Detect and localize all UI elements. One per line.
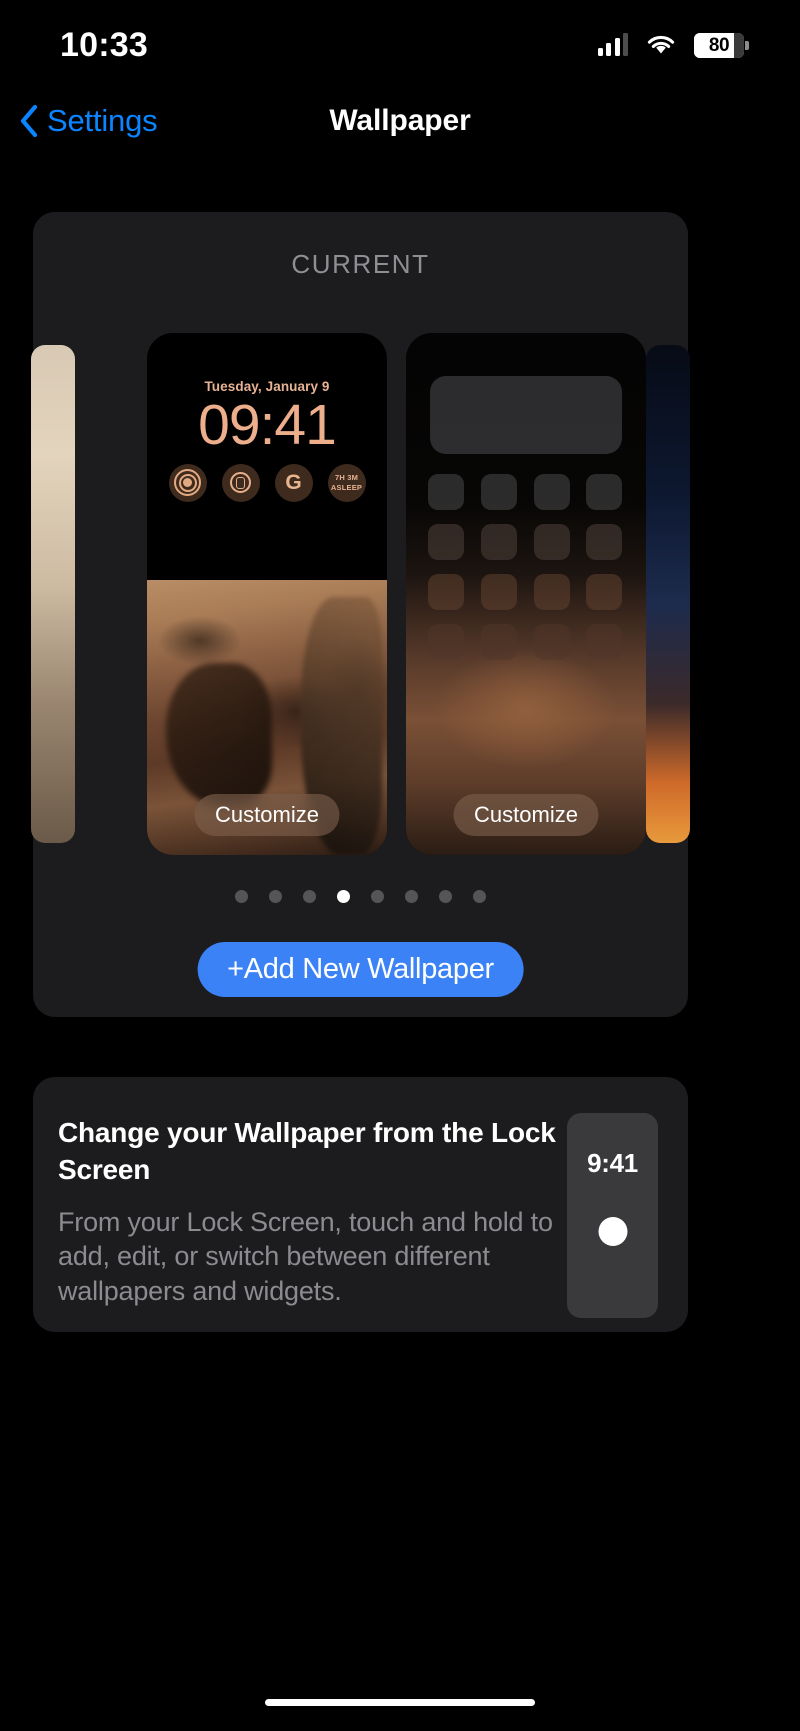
lock-screen-preview[interactable]: Tuesday, January 9 09:41 G 7H 3M ASLEEP … (147, 333, 387, 855)
page-dot[interactable] (439, 890, 452, 903)
lock-screen-overlay: Tuesday, January 9 09:41 G 7H 3M ASLEEP (147, 333, 387, 583)
sleep-widget-label: 7H 3M ASLEEP (330, 473, 363, 492)
chevron-left-icon (20, 104, 38, 138)
home-indicator[interactable] (265, 1699, 535, 1706)
info-card-body: From your Lock Screen, touch and hold to… (58, 1206, 553, 1306)
watch-battery-widget[interactable] (221, 463, 260, 502)
mini-lock-screen-illustration: 9:41 (567, 1113, 658, 1318)
page-indicator[interactable] (33, 890, 688, 903)
lock-screen-info-card: Change your Wallpaper from the Lock Scre… (33, 1077, 688, 1332)
app-icon-placeholder (586, 524, 623, 560)
app-icon-placeholder (533, 524, 570, 560)
google-widget-label: G (285, 471, 302, 495)
cellular-signal-icon (597, 33, 628, 56)
mini-lock-screen-time: 9:41 (587, 1148, 638, 1178)
sleep-widget[interactable]: 7H 3M ASLEEP (327, 463, 366, 502)
app-icon-placeholder (428, 574, 464, 610)
current-wallpaper-card: CURRENT Tuesday, January 9 09:41 G 7H 3M… (31, 212, 690, 1017)
carousel-peek-previous[interactable] (31, 345, 75, 843)
app-icon-placeholder (480, 574, 517, 610)
lock-screen-date: Tuesday, January 9 (204, 379, 330, 394)
back-button[interactable]: Settings (18, 103, 158, 139)
page-dot-active[interactable] (337, 890, 350, 903)
app-icon-placeholder (533, 574, 570, 610)
navigation-bar: Settings Wallpaper (0, 90, 800, 152)
app-icon-placeholder (480, 524, 517, 560)
page-dot[interactable] (473, 890, 486, 903)
app-icon-placeholder (586, 624, 623, 660)
home-screen-widget-placeholder (430, 376, 622, 454)
touch-and-hold-indicator-icon (598, 1217, 627, 1246)
lock-screen-widget-row: G 7H 3M ASLEEP (147, 463, 387, 502)
app-icon-placeholder (428, 474, 464, 510)
lock-screen-time: 09:41 (198, 393, 337, 457)
home-screen-preview[interactable]: Customize (406, 333, 646, 855)
app-icon-placeholder (533, 624, 570, 660)
wallpaper-settings-screen: 10:33 80 Settings Wallpaper CURRENT Tues… (0, 0, 800, 1731)
info-card-title: Change your Wallpaper from the Lock Scre… (58, 1117, 556, 1185)
app-icon-placeholder (428, 624, 464, 660)
info-card-text: Change your Wallpaper from the Lock Scre… (58, 1115, 557, 1332)
current-section-label: CURRENT (291, 249, 430, 279)
wifi-icon (646, 34, 676, 56)
app-icon-placeholder (533, 474, 570, 510)
status-bar-time: 10:33 (60, 25, 148, 64)
page-dot[interactable] (269, 890, 282, 903)
customize-lock-screen-button[interactable]: Customize (194, 794, 340, 836)
battery-icon: 80 (694, 32, 749, 58)
customize-home-screen-button[interactable]: Customize (453, 794, 599, 836)
app-icon-placeholder (586, 474, 623, 510)
add-new-wallpaper-button[interactable]: + Add New Wallpaper (197, 942, 524, 997)
battery-level-label: 80 (708, 34, 730, 56)
page-dot[interactable] (235, 890, 248, 903)
google-widget[interactable]: G (274, 463, 313, 502)
status-bar-icons: 80 (597, 32, 749, 58)
fitness-rings-widget[interactable] (168, 463, 207, 502)
app-icon-placeholder (480, 474, 517, 510)
back-button-label: Settings (47, 103, 158, 138)
page-dot[interactable] (371, 890, 384, 903)
carousel-peek-next[interactable] (646, 345, 690, 843)
page-dot[interactable] (405, 890, 418, 903)
home-screen-app-grid (428, 474, 624, 660)
wallpaper-carousel[interactable]: Tuesday, January 9 09:41 G 7H 3M ASLEEP … (31, 333, 690, 855)
add-new-wallpaper-plus-icon: + (227, 953, 244, 985)
add-new-wallpaper-label: Add New Wallpaper (243, 953, 494, 985)
app-icon-placeholder (586, 574, 623, 610)
app-icon-placeholder (480, 624, 517, 660)
status-bar: 10:33 80 (0, 0, 800, 90)
app-icon-placeholder (428, 524, 464, 560)
page-dot[interactable] (303, 890, 316, 903)
